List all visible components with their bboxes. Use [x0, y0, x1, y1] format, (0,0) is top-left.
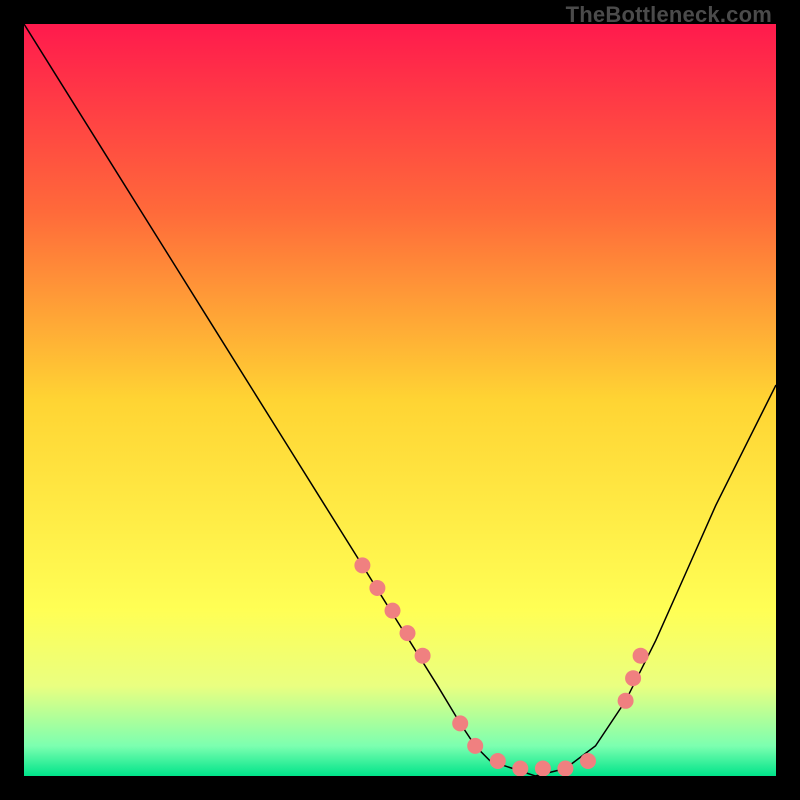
highlight-dot [557, 761, 573, 777]
highlight-dot [385, 603, 401, 619]
bottleneck-chart [24, 24, 776, 776]
highlight-dot [618, 693, 634, 709]
highlight-dot [625, 670, 641, 686]
watermark-text: TheBottleneck.com [566, 2, 772, 28]
highlight-dot [535, 761, 551, 777]
highlight-dot [369, 580, 385, 596]
highlight-dot [354, 557, 370, 573]
gradient-background [24, 24, 776, 776]
highlight-dot [633, 648, 649, 664]
highlight-dot [580, 753, 596, 769]
highlight-dot [452, 715, 468, 731]
chart-frame [24, 24, 776, 776]
highlight-dot [490, 753, 506, 769]
highlight-dot [415, 648, 431, 664]
highlight-dot [400, 625, 416, 641]
highlight-dot [467, 738, 483, 754]
highlight-dot [512, 761, 528, 777]
